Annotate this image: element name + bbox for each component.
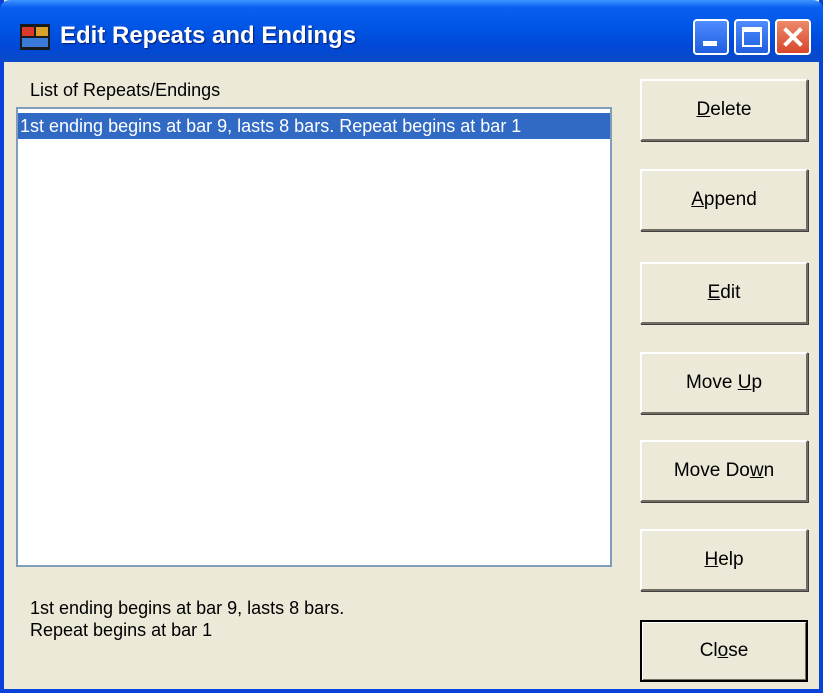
list-item[interactable]: 1st ending begins at bar 9, lasts 8 bars… xyxy=(18,113,610,139)
minimize-icon xyxy=(703,41,717,46)
maximize-button[interactable] xyxy=(734,19,770,55)
append-button[interactable]: Append xyxy=(640,169,808,231)
minimize-button[interactable] xyxy=(693,19,729,55)
selection-description: 1st ending begins at bar 9, lasts 8 bars… xyxy=(30,598,345,640)
dialog-window: Edit Repeats and Endings List of Repeats… xyxy=(0,0,823,693)
repeats-listbox[interactable]: 1st ending begins at bar 9, lasts 8 bars… xyxy=(16,107,612,567)
window-title: Edit Repeats and Endings xyxy=(60,22,357,49)
help-button[interactable]: Help xyxy=(640,529,808,591)
title-bar[interactable]: Edit Repeats and Endings xyxy=(0,0,823,62)
list-label: List of Repeats/Endings xyxy=(30,80,221,100)
delete-button[interactable]: Delete xyxy=(640,79,808,141)
edit-button[interactable]: Edit xyxy=(640,262,808,324)
close-button[interactable]: Close xyxy=(640,620,808,682)
close-window-button[interactable] xyxy=(775,19,811,55)
move-up-button[interactable]: Move Up xyxy=(640,352,808,414)
close-icon xyxy=(783,27,803,47)
maximize-icon xyxy=(742,27,762,47)
move-down-button[interactable]: Move Down xyxy=(640,440,808,502)
app-icon[interactable] xyxy=(20,24,50,50)
